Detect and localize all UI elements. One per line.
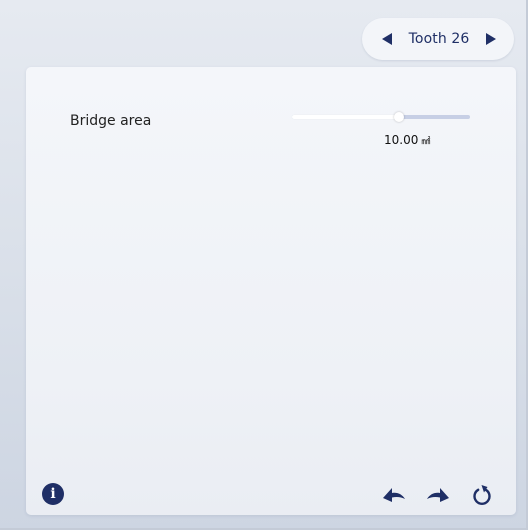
left-triangle-icon — [382, 33, 392, 45]
reset-icon — [473, 485, 491, 505]
tooth-navigator: Tooth 26 — [362, 18, 514, 60]
settings-panel: Bridge area 10.00 ㎟ i — [26, 67, 516, 515]
info-button[interactable]: i — [42, 483, 64, 505]
value-unit: ㎟ — [421, 137, 431, 147]
info-icon: i — [50, 486, 56, 502]
redo-icon — [427, 488, 449, 502]
slider-fill — [292, 115, 399, 119]
tooth-label: Tooth 26 — [408, 31, 470, 47]
undo-button[interactable] — [381, 483, 407, 507]
undo-icon — [383, 488, 405, 502]
slider-thumb[interactable] — [394, 112, 404, 122]
value-number: 10.00 — [384, 133, 419, 147]
right-triangle-icon — [485, 33, 496, 45]
bridge-area-label: Bridge area — [70, 113, 152, 129]
reset-button[interactable] — [469, 483, 495, 507]
bridge-area-value: 10.00 ㎟ — [384, 133, 430, 147]
next-tooth-button[interactable] — [484, 32, 498, 46]
previous-tooth-button[interactable] — [380, 32, 394, 46]
redo-button[interactable] — [425, 483, 451, 507]
bridge-area-slider[interactable] — [292, 111, 470, 123]
